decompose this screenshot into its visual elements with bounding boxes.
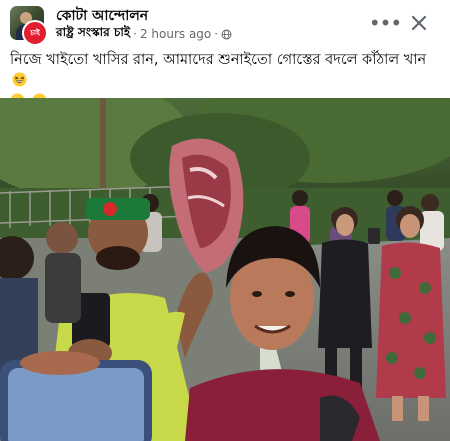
- post-photo[interactable]: [0, 98, 450, 441]
- author-avatar-badge-text: চাই: [30, 29, 40, 37]
- post-meta: রাষ্ট্র সংস্কার চাই · 2 hours ago ·: [56, 24, 232, 44]
- post-timestamp[interactable]: 2 hours ago: [140, 27, 211, 41]
- post-header: চাই কোটা আন্দোলন রাষ্ট্র সংস্কার চাই · 2…: [0, 0, 450, 48]
- meta-separator: ·: [133, 27, 137, 41]
- post-photo-image: [0, 98, 450, 441]
- group-avatar[interactable]: চাই: [10, 6, 48, 46]
- author-name-link[interactable]: রাষ্ট্র সংস্কার চাই: [56, 24, 130, 44]
- author-avatar-badge[interactable]: চাই: [22, 20, 48, 46]
- more-horizontal-icon: •••: [368, 11, 402, 35]
- grinning-squinting-face-emoji: [12, 72, 27, 87]
- globe-icon: [221, 29, 232, 39]
- meta-separator: ·: [214, 27, 219, 41]
- facebook-post: চাই কোটা আন্দোলন রাষ্ট্র সংস্কার চাই · 2…: [0, 0, 450, 441]
- caption-text: নিজে খাইতো খাসির রান, আমাদের শুনাইতো গোস…: [10, 52, 427, 68]
- more-options-button[interactable]: •••: [368, 10, 402, 36]
- close-icon: [411, 15, 427, 31]
- close-button[interactable]: [404, 8, 434, 38]
